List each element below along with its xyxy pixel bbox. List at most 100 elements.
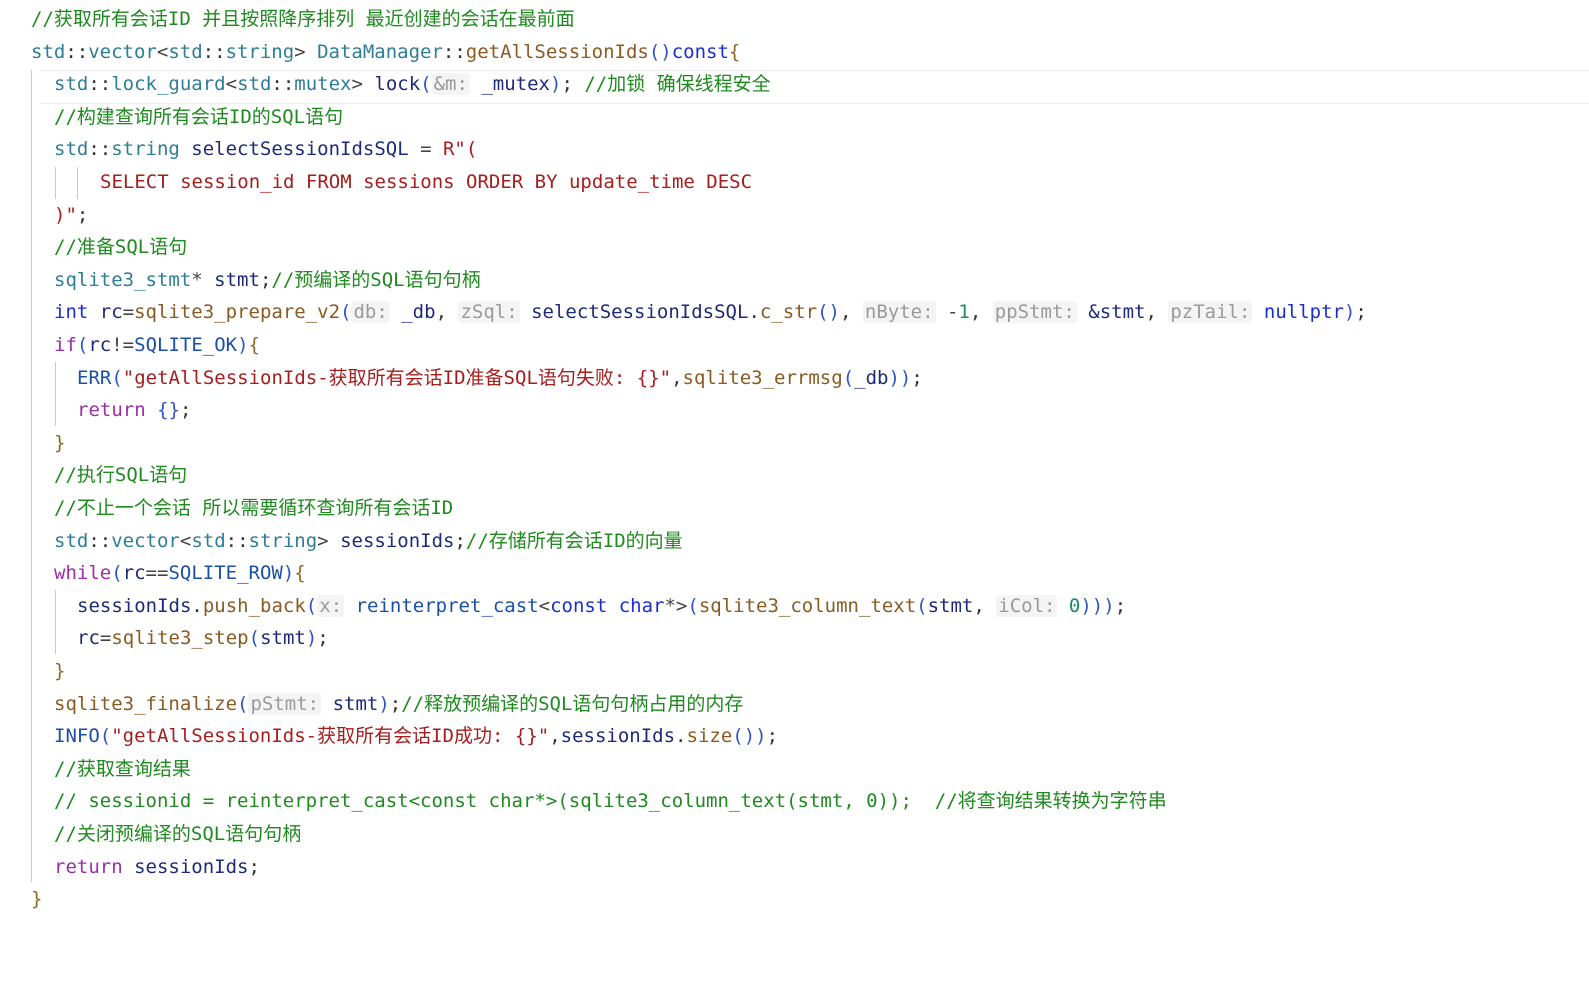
code-line[interactable]: //构建查询所有会话ID的SQL语句 [54,101,343,134]
code-line[interactable]: sessionIds.push_back(x: reinterpret_cast… [77,590,1126,623]
code-line[interactable]: //获取查询结果 [54,753,191,786]
token-paren: ( [340,301,352,324]
code-line[interactable]: std::vector<std::string> DataManager::ge… [31,36,740,69]
token-punct: :: [65,40,89,63]
code-line[interactable]: return {}; [77,394,191,427]
token-comment: //构建查询所有会话ID的SQL语句 [54,105,344,128]
token-punct: ; [1355,301,1367,324]
token-punct: ; [248,855,260,878]
code-line[interactable]: //关闭预编译的SQL语句句柄 [54,818,301,851]
token-punct: ; [561,73,585,96]
code-line[interactable]: //执行SQL语句 [54,459,187,492]
token-paren: ))) [1080,594,1115,617]
token-hint: nByte: [862,301,936,324]
token-ident: stmt [214,268,260,291]
code-line[interactable]: sqlite3_finalize(pStmt: stmt);//释放预编译的SQ… [54,688,743,721]
token-punct: . [191,594,203,617]
code-line[interactable]: //获取所有会话ID 并且按照降序排列 最近创建的会话在最前面 [31,3,575,36]
code-line[interactable]: INFO("getAllSessionIds-获取所有会话ID成功: {}",s… [54,720,778,753]
token-hint: pzTail: [1168,301,1253,324]
token-punct: , [1145,301,1169,324]
token-brace: } [54,431,66,454]
code-line[interactable]: //不止一个会话 所以需要循环查询所有会话ID [54,492,453,525]
token-paren: ( [237,692,249,715]
code-line[interactable]: std::vector<std::string> sessionIds;//存储… [54,525,683,558]
token-comment: //准备SQL语句 [54,236,188,259]
token-ns: std [54,138,89,161]
token-ns: vector [111,529,180,552]
token-paren: ( [111,366,123,389]
token-fn: sqlite3_errmsg [682,366,843,389]
token-punct: :: [442,40,466,63]
code-line[interactable]: SELECT session_id FROM sessions ORDER BY… [100,166,752,199]
token-paren: {} [157,399,180,422]
token-hint: &m: [431,73,470,96]
code-editor[interactable]: //获取所有会话ID 并且按照降序排列 最近创建的会话在最前面 std::vect… [0,0,1589,988]
token-ns: sqlite3_stmt [54,268,192,291]
token-comment: //执行SQL语句 [54,464,188,487]
token-punct: ; [317,627,329,650]
token-punct: , [671,366,683,389]
token-punct: :: [271,73,295,96]
code-line[interactable]: } [54,427,65,460]
token-paren: ( [111,562,123,585]
token-ident: _db [389,301,436,324]
token-op: *> [664,594,688,617]
token-punct: , [839,301,863,324]
token-ns: DataManager [317,40,443,63]
indent-guide-while-block [55,590,56,654]
code-line[interactable]: return sessionIds; [54,851,260,884]
token-ident: stmt [321,692,379,715]
token-punct: ; [389,692,402,715]
token-ident: sessionIds [77,594,192,617]
token-ns: std [191,529,226,552]
token-ns: mutex [294,73,352,96]
code-line[interactable]: std::string selectSessionIdsSQL = R"( [54,133,477,166]
token-kw: const [671,40,729,63]
code-line[interactable]: } [31,883,42,916]
token-str: )" [54,203,77,226]
token-punct: ; [454,529,466,552]
code-line[interactable]: // sessionid = reinterpret_cast<const ch… [54,785,1167,818]
token-ns: lock_guard [111,73,226,96]
token-comment: //加锁 确保线程安全 [584,73,771,96]
code-line[interactable]: )"; [54,199,88,232]
code-line[interactable]: int rc=sqlite3_prepare_v2(db: _db, zSql:… [54,296,1367,329]
token-brace: } [31,888,43,911]
indent-guide-function [31,70,32,882]
token-paren: ) [237,334,249,356]
code-line[interactable]: sqlite3_stmt* stmt;//预编译的SQL语句句柄 [54,264,481,297]
code-line[interactable]: } [54,655,65,688]
token-punct: :: [202,40,226,63]
code-line[interactable]: std::lock_guard<std::mutex> lock(&m: _mu… [54,68,771,101]
token-comment: // sessionid = reinterpret_cast<const ch… [54,790,1167,813]
token-paren: )) [888,366,912,389]
token-paren: ()) [732,725,767,748]
token-hint: zSql: [458,301,520,324]
code-line[interactable]: rc=sqlite3_step(stmt); [77,622,329,655]
token-punct: :: [88,138,112,161]
token-num: 1 [958,301,970,324]
token-op: = [122,301,135,324]
token-ns: string [111,138,180,161]
token-ident: sessionIds [340,529,455,552]
token-comment: //不止一个会话 所以需要循环查询所有会话ID [54,497,454,519]
token-fn: sqlite3_step [111,627,249,650]
code-line[interactable]: while(rc==SQLITE_ROW){ [54,557,306,590]
token-paren: () [817,301,840,324]
token-kw: int [54,301,89,324]
token-ns: std [54,529,89,552]
token-ns: vector [88,40,157,63]
token-op: - [935,301,959,324]
code-line[interactable]: if(rc!=SQLITE_OK){ [54,329,260,362]
token-brace: } [54,660,66,682]
token-punct: , [435,301,459,324]
token-punct: ; [766,725,779,748]
code-line[interactable]: ERR("getAllSessionIds-获取所有会话ID准备SQL语句失败:… [77,362,923,395]
token-ns: std [31,40,66,63]
token-paren: ( [842,366,855,389]
token-macro: INFO [54,725,100,748]
code-line[interactable]: //准备SQL语句 [54,231,187,264]
token-brace: { [728,40,741,63]
token-op: = [99,627,112,650]
